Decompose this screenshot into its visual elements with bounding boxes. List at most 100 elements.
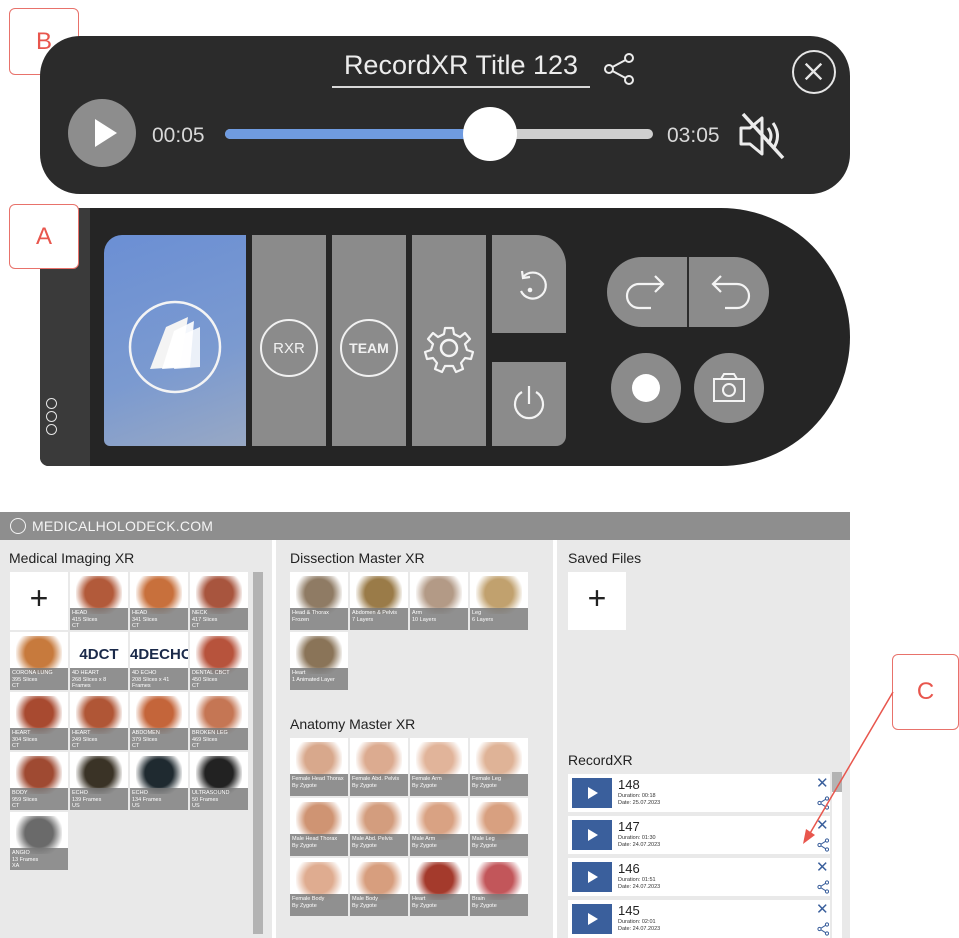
play-recording-button[interactable] xyxy=(572,820,612,850)
thumbnail-caption: HEART249 Slices CT Anonymized xyxy=(70,728,128,750)
model-thumbnail[interactable]: ANGIO13 Frames XA Anonymized xyxy=(10,812,68,870)
play-recording-button[interactable] xyxy=(572,778,612,808)
play-recording-button[interactable] xyxy=(572,904,612,934)
model-thumbnail[interactable]: ECHO134 Frames US Anonymized xyxy=(130,752,188,810)
thumbnail-caption: BODY959 Slices CT Anonymized xyxy=(10,788,68,810)
power-button[interactable] xyxy=(492,362,566,446)
camera-icon xyxy=(713,373,745,402)
model-thumbnail[interactable]: Female Body By Zygote xyxy=(290,858,348,916)
model-thumbnail[interactable]: BROKEN LEG469 Slices CT Anonymized xyxy=(190,692,248,750)
model-thumbnail[interactable]: Female Leg By Zygote xyxy=(470,738,528,796)
model-thumbnail[interactable]: Male Abd. Pelvis By Zygote xyxy=(350,798,408,856)
recording-row[interactable]: 146 Duration: 01:51 Date: 24.07.2023 ✕ xyxy=(568,858,830,896)
recording-number: 148 xyxy=(618,777,640,792)
thumbnail-detail: 13 Frames XA Anonymized xyxy=(12,856,42,871)
model-thumbnail[interactable]: HEAD415 Slices CT Anonymized xyxy=(70,572,128,630)
model-thumbnail[interactable]: Male Body By Zygote xyxy=(350,858,408,916)
control-bar: RXR TEAM xyxy=(40,208,850,466)
thumbnail-caption: HEART304 Slices CT Anonymized xyxy=(10,728,68,750)
model-thumbnail[interactable]: ABDOMEN379 Slices CT Anonymized xyxy=(130,692,188,750)
callout-c-arrow xyxy=(803,691,894,844)
imaging-scrollbar[interactable] xyxy=(253,572,263,934)
seek-slider[interactable] xyxy=(225,129,653,139)
play-recording-button[interactable] xyxy=(572,862,612,892)
thumbnail-detail: 304 Slices CT Anonymized xyxy=(12,736,42,751)
model-thumbnail[interactable]: Head & Thorax Frozen xyxy=(290,572,348,630)
close-icon[interactable] xyxy=(792,50,836,94)
share-recording-icon[interactable] xyxy=(817,880,829,894)
thumbnail-detail: By Zygote xyxy=(352,842,377,849)
model-thumbnail[interactable]: DENTAL CBCT450 Slices CT Anonymized xyxy=(190,632,248,690)
recording-number: 146 xyxy=(618,861,640,876)
model-thumbnail[interactable]: Brain By Zygote xyxy=(470,858,528,916)
thumbnail-detail: By Zygote xyxy=(352,782,377,789)
thumbnail-detail: 139 Frames US Anonymized xyxy=(72,796,102,811)
model-thumbnail[interactable]: Female Head Thorax By Zygote xyxy=(290,738,348,796)
recording-row[interactable]: 147 Duration: 01:30 Date: 24.07.2023 ✕ xyxy=(568,816,830,854)
delete-recording-icon[interactable]: ✕ xyxy=(816,900,829,918)
undo-button[interactable] xyxy=(689,257,769,327)
more-options-icon[interactable] xyxy=(46,398,60,437)
model-thumbnail[interactable]: ECHO139 Frames US Anonymized xyxy=(70,752,128,810)
thumbnail-caption: ULTRASOUND50 Frames US Anonymized xyxy=(190,788,248,810)
model-thumbnail[interactable]: Heart By Zygote xyxy=(410,858,468,916)
recording-number: 145 xyxy=(618,903,640,918)
speaker-muted-icon[interactable] xyxy=(737,110,789,162)
recording-date: Date: 24.07.2023 xyxy=(618,883,661,890)
model-thumbnail[interactable]: Male Arm By Zygote xyxy=(410,798,468,856)
model-thumbnail[interactable]: Leg 6 Layers xyxy=(470,572,528,630)
recording-date: Date: 24.07.2023 xyxy=(618,841,661,848)
imaging-scroll-thumb[interactable] xyxy=(253,572,263,934)
medical-imaging-title: Medical Imaging XR xyxy=(9,550,135,566)
record-button[interactable] xyxy=(611,353,681,423)
share-recording-icon[interactable] xyxy=(817,922,829,936)
redo-button[interactable] xyxy=(607,257,687,327)
team-label: TEAM xyxy=(340,319,398,377)
model-thumbnail[interactable]: ULTRASOUND50 Frames US Anonymized xyxy=(190,752,248,810)
library-tile[interactable] xyxy=(104,235,246,446)
model-thumbnail[interactable]: NECK417 Slices CT Anonymized xyxy=(190,572,248,630)
thumbnail-caption: HEAD415 Slices CT Anonymized xyxy=(70,608,128,630)
thumbnail-detail: 134 Frames US Anonymized xyxy=(132,796,162,811)
model-thumbnail[interactable]: CORONA LUNG395 Slices CT Anonymized xyxy=(10,632,68,690)
thumbnail-caption: Leg 6 Layers xyxy=(470,608,528,630)
rxr-tile[interactable]: RXR xyxy=(252,235,326,446)
recording-meta: Duration: 00:18 Date: 25.07.2023 xyxy=(618,793,660,806)
settings-tile[interactable] xyxy=(412,235,486,446)
thumbnail-detail: 208 Slices x 41 Frames US Anonymized xyxy=(132,676,170,691)
model-thumbnail[interactable]: Female Arm By Zygote xyxy=(410,738,468,796)
model-thumbnail[interactable]: Female Abd. Pelvis By Zygote xyxy=(350,738,408,796)
play-button[interactable] xyxy=(68,99,136,167)
model-thumbnail[interactable]: 4DECHO 4D ECHO208 Slices x 41 Frames US A… xyxy=(130,632,188,690)
thumbnail-detail: By Zygote xyxy=(412,902,437,909)
model-thumbnail[interactable]: HEAD341 Slices CT Anonymized xyxy=(130,572,188,630)
model-thumbnail[interactable]: Abdomen & Pelvis 7 Layers xyxy=(350,572,408,630)
thumbnail-detail: 959 Slices CT Anonymized xyxy=(12,796,42,811)
model-thumbnail[interactable]: HEART304 Slices CT Anonymized xyxy=(10,692,68,750)
recording-meta: Duration: 01:51 Date: 24.07.2023 xyxy=(618,877,660,890)
model-thumbnail[interactable]: 4DCT 4D HEART268 Slices x 8 Frames CT Ano… xyxy=(70,632,128,690)
recording-title[interactable]: RecordXR Title 123 xyxy=(332,50,590,88)
thumbnail-detail: 1 Animated Layer xyxy=(292,676,335,683)
thumbnail-caption: NECK417 Slices CT Anonymized xyxy=(190,608,248,630)
reset-button[interactable] xyxy=(492,235,566,333)
seek-handle[interactable] xyxy=(463,107,518,161)
undo-icon xyxy=(711,275,751,310)
delete-recording-icon[interactable]: ✕ xyxy=(816,858,829,876)
model-thumbnail[interactable]: HEART249 Slices CT Anonymized xyxy=(70,692,128,750)
team-tile[interactable]: TEAM xyxy=(332,235,406,446)
screenshot-button[interactable] xyxy=(694,353,764,423)
add-imaging-button[interactable]: + xyxy=(10,572,68,630)
add-saved-file-button[interactable]: + xyxy=(568,572,626,630)
thumbnail-detail: By Zygote xyxy=(472,902,497,909)
share-icon[interactable] xyxy=(602,52,636,86)
thumbnail-caption: Male Arm By Zygote xyxy=(410,834,468,856)
recording-row[interactable]: 148 Duration: 00:18 Date: 25.07.2023 ✕ xyxy=(568,774,830,812)
model-thumbnail[interactable]: BODY959 Slices CT Anonymized xyxy=(10,752,68,810)
recording-number: 147 xyxy=(618,819,640,834)
model-thumbnail[interactable]: Heart 1 Animated Layer xyxy=(290,632,348,690)
model-thumbnail[interactable]: Male Leg By Zygote xyxy=(470,798,528,856)
recording-row[interactable]: 145 Duration: 02:01 Date: 24.07.2023 ✕ xyxy=(568,900,830,938)
model-thumbnail[interactable]: Male Head Thorax By Zygote xyxy=(290,798,348,856)
model-thumbnail[interactable]: Arm 10 Layers xyxy=(410,572,468,630)
